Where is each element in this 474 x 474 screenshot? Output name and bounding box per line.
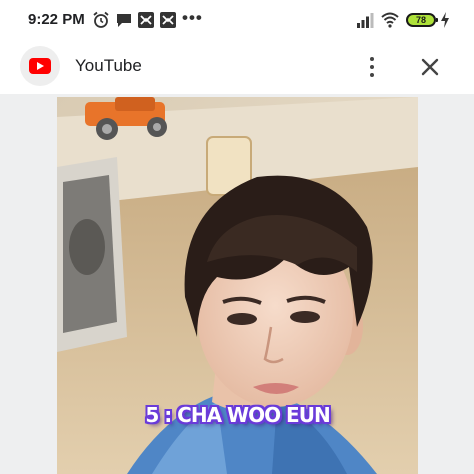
signal-icon xyxy=(357,13,374,28)
app-header: YouTube xyxy=(0,40,474,94)
close-icon[interactable] xyxy=(415,52,445,82)
youtube-logo-icon[interactable] xyxy=(20,46,60,86)
video-thumbnail[interactable]: 5 : CHA WOO EUN xyxy=(57,97,418,474)
video-caption: 5 : CHA WOO EUN xyxy=(145,403,330,427)
charging-icon xyxy=(441,12,449,28)
status-bar: 9:22 PM ••• 78 xyxy=(0,0,474,40)
status-time: 9:22 PM xyxy=(28,11,85,28)
notification-app-icon xyxy=(138,12,154,28)
message-icon xyxy=(117,14,131,27)
battery-icon: 78 xyxy=(406,13,438,27)
notification-app-icon xyxy=(160,12,176,28)
more-vert-icon[interactable] xyxy=(360,52,384,82)
more-notifications-icon: ••• xyxy=(182,8,203,27)
alarm-icon xyxy=(93,11,109,28)
app-title: YouTube xyxy=(75,56,142,75)
video-area: 5 : CHA WOO EUN xyxy=(0,94,474,474)
wifi-icon xyxy=(381,12,399,28)
